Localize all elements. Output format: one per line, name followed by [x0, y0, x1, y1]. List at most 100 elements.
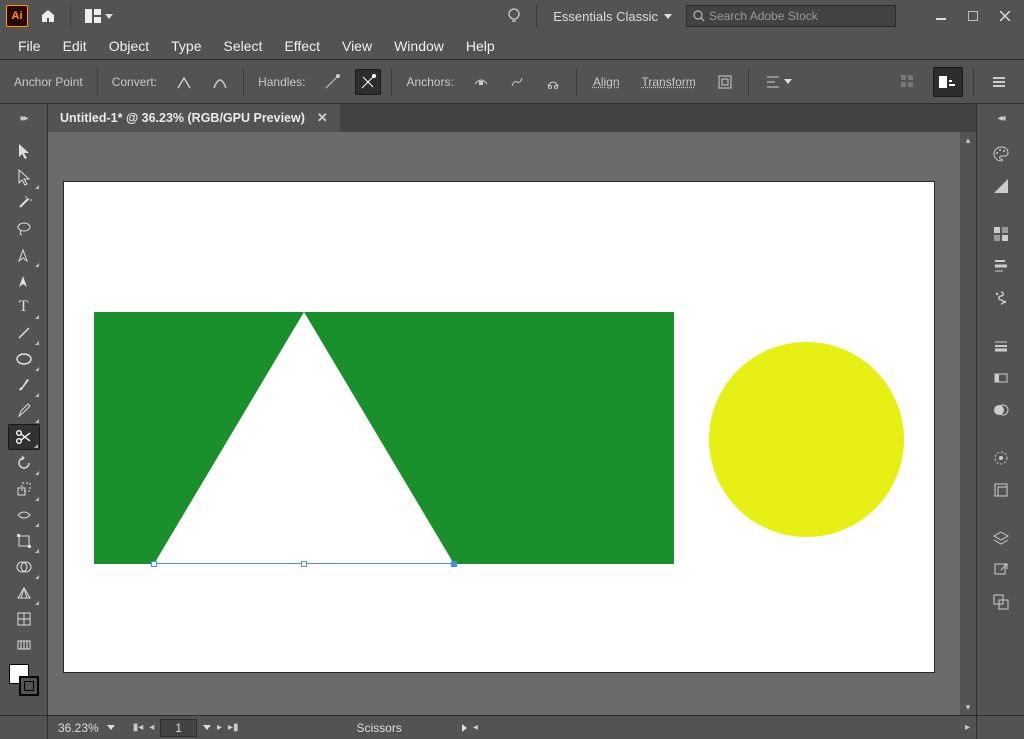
menu-window[interactable]: Window: [384, 34, 454, 58]
layers-panel-button[interactable]: [985, 524, 1017, 552]
artboard[interactable]: [64, 182, 934, 672]
menu-object[interactable]: Object: [99, 34, 159, 58]
menu-select[interactable]: Select: [214, 34, 273, 58]
convert-corner-button[interactable]: [171, 69, 197, 95]
transform-panel-link[interactable]: Transform: [636, 72, 702, 92]
ellipse-tool[interactable]: [8, 346, 40, 372]
type-tool[interactable]: T: [8, 294, 40, 320]
asset-export-panel-button[interactable]: [985, 556, 1017, 584]
fill-stroke-swatches[interactable]: [7, 664, 41, 696]
close-tab-button[interactable]: ✕: [317, 110, 328, 126]
selection-tool[interactable]: [8, 138, 40, 164]
prev-artboard-button[interactable]: ◂: [149, 722, 154, 733]
color-panel-button[interactable]: [985, 140, 1017, 168]
gradient-tool[interactable]: [8, 632, 40, 658]
rotate-tool[interactable]: [8, 450, 40, 476]
last-artboard-button[interactable]: ▸▮: [228, 722, 239, 733]
menu-edit[interactable]: Edit: [53, 34, 97, 58]
scroll-down-button[interactable]: ▾: [960, 699, 976, 715]
document-setup-button[interactable]: [933, 67, 963, 97]
stroke-swatch[interactable]: [19, 676, 39, 696]
anchor-point[interactable]: [301, 561, 307, 567]
menu-help[interactable]: Help: [456, 34, 505, 58]
perspective-grid-tool[interactable]: [8, 580, 40, 606]
artboards-panel-button[interactable]: [985, 588, 1017, 616]
artboard-number-field[interactable]: 1: [160, 719, 197, 737]
double-chevron-left-icon: ◂◂: [997, 113, 1003, 124]
close-window-button[interactable]: [992, 6, 1018, 26]
canvas-viewport[interactable]: ▴ ▾: [48, 132, 976, 715]
scale-tool[interactable]: [8, 476, 40, 502]
current-tool-label: Scissors: [247, 721, 462, 735]
expand-right-panels-button[interactable]: ◂◂: [976, 104, 1024, 132]
expand-left-panels-button[interactable]: ▸▸: [0, 104, 48, 132]
menu-effect[interactable]: Effect: [274, 34, 330, 58]
hide-handles-button[interactable]: [355, 69, 381, 95]
anchor-point-selected[interactable]: [451, 561, 457, 567]
color-guide-panel-button[interactable]: [985, 172, 1017, 200]
menu-type[interactable]: Type: [161, 34, 211, 58]
convert-smooth-button[interactable]: [207, 69, 233, 95]
align-panel-link[interactable]: Align: [587, 72, 626, 92]
zoom-level-dropdown[interactable]: 36.23%: [48, 721, 125, 735]
preferences-button[interactable]: [984, 67, 1014, 97]
arrange-documents-button[interactable]: [79, 2, 119, 30]
transparency-panel-button[interactable]: [985, 396, 1017, 424]
next-artboard-button[interactable]: ▸: [217, 722, 222, 733]
symbols-panel-button[interactable]: [985, 284, 1017, 312]
stock-search-field[interactable]: Search Adobe Stock: [686, 5, 896, 27]
curvature-tool[interactable]: [8, 268, 40, 294]
first-artboard-button[interactable]: ▮◂: [133, 722, 144, 733]
rotate-icon: [16, 455, 32, 471]
lasso-icon: [16, 221, 32, 237]
pen-tool[interactable]: [8, 242, 40, 268]
docsetup-icon: [939, 74, 957, 90]
artboard-navigator: ▮◂ ◂ 1 ▸ ▸▮: [125, 719, 247, 737]
vertical-scrollbar[interactable]: ▴ ▾: [960, 132, 976, 715]
cut-path-button[interactable]: [540, 69, 566, 95]
stroke-icon: [992, 337, 1010, 355]
document-tab-row: ▸▸ Untitled-1* @ 36.23% (RGB/GPU Preview…: [0, 104, 1024, 132]
scroll-up-button[interactable]: ▴: [960, 132, 976, 148]
swatches-panel-button[interactable]: [985, 220, 1017, 248]
separator: [536, 5, 537, 27]
magic-wand-tool[interactable]: [8, 190, 40, 216]
menu-file[interactable]: File: [8, 34, 51, 58]
mesh-tool[interactable]: [8, 606, 40, 632]
properties-panel-button[interactable]: [893, 67, 923, 97]
remove-anchor-icon: [473, 74, 489, 90]
search-discover-button[interactable]: [500, 2, 528, 30]
width-tool[interactable]: [8, 502, 40, 528]
align-to-button[interactable]: [759, 69, 799, 95]
scroll-right-button[interactable]: ▸: [965, 722, 970, 733]
isolate-object-button[interactable]: [712, 69, 738, 95]
free-transform-tool[interactable]: [8, 528, 40, 554]
anchor-point[interactable]: [151, 561, 157, 567]
maximize-button[interactable]: [960, 6, 986, 26]
artwork-triangle-cutout[interactable]: [154, 312, 454, 564]
scroll-left-button[interactable]: ◂: [473, 722, 478, 733]
artwork-circle[interactable]: [709, 342, 904, 537]
shape-builder-tool[interactable]: [8, 554, 40, 580]
gradient-panel-button[interactable]: [985, 364, 1017, 392]
graphic-styles-panel-button[interactable]: [985, 476, 1017, 504]
scissors-tool[interactable]: [8, 424, 40, 450]
stroke-panel-button[interactable]: [985, 332, 1017, 360]
remove-anchor-button[interactable]: [468, 69, 494, 95]
horizontal-scrollbar[interactable]: ◂ ▸: [467, 722, 976, 733]
home-button[interactable]: [34, 2, 62, 30]
arrange-icon: [85, 9, 101, 23]
direct-selection-tool[interactable]: [8, 164, 40, 190]
workspace-switcher[interactable]: Essentials Classic: [545, 4, 680, 28]
show-handles-button[interactable]: [319, 69, 345, 95]
lasso-tool[interactable]: [8, 216, 40, 242]
minimize-button[interactable]: [928, 6, 954, 26]
line-segment-tool[interactable]: [8, 320, 40, 346]
menu-view[interactable]: View: [332, 34, 382, 58]
pencil-tool[interactable]: [8, 398, 40, 424]
connect-end-points-button[interactable]: [504, 69, 530, 95]
paintbrush-tool[interactable]: [8, 372, 40, 398]
brushes-panel-button[interactable]: [985, 252, 1017, 280]
document-tab[interactable]: Untitled-1* @ 36.23% (RGB/GPU Preview) ✕: [48, 104, 340, 132]
appearance-panel-button[interactable]: [985, 444, 1017, 472]
